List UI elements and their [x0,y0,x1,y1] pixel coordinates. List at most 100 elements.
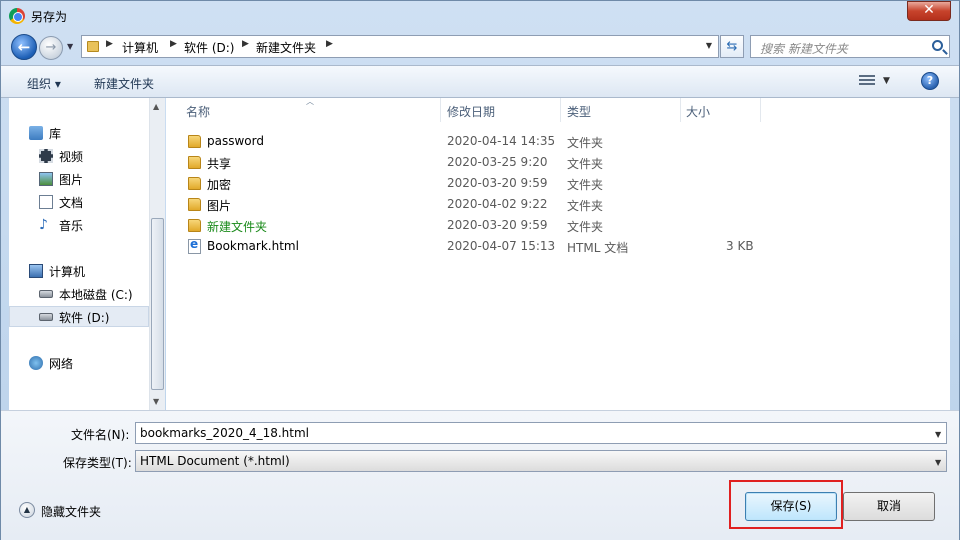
file-date: 2020-04-07 15:13 [447,239,556,253]
file-size: 3 KB [726,239,754,253]
save-as-dialog: 另存为 ✕ ← → ▼ ▶ 计算机 ▶ 软件 (D:) ▶ 新建文件夹 ▶ ▼ … [0,0,960,540]
title-bar: 另存为 ✕ [1,1,959,31]
collapse-up-icon[interactable]: ▲ [19,502,35,518]
nav-label: 计算机 [49,265,86,279]
library-icon [29,126,43,140]
file-type: 文件夹 [567,136,604,150]
file-list: ︿ 名称 修改日期 类型 大小 password 2020-04-14 14:35… [166,97,950,410]
nav-label: 文档 [59,196,84,210]
file-name: 加密 [207,178,232,192]
chevron-right-icon[interactable]: ▶ [106,39,113,49]
chevron-right-icon[interactable]: ▶ [326,39,333,49]
file-type: 文件夹 [567,157,604,171]
sort-ascending-icon: ︿ [306,97,314,106]
address-bar[interactable]: ▶ 计算机 ▶ 软件 (D:) ▶ 新建文件夹 ▶ ▼ [81,35,719,58]
column-header-size[interactable]: 大小 [686,103,710,120]
document-icon [39,195,53,209]
nav-label: 库 [49,127,62,141]
file-row[interactable]: Bookmark.html 2020-04-07 15:13 HTML 文档 3 KB [166,236,950,257]
folder-icon [188,198,201,211]
file-date: 2020-03-20 9:59 [447,218,548,232]
new-folder-button[interactable]: 新建文件夹 [94,75,154,92]
save-form: 文件名(N): bookmarks_2020_4_18.html ▼ 保存类型(… [1,410,959,540]
breadcrumb-computer[interactable]: 计算机 [122,39,158,56]
address-row: ← → ▼ ▶ 计算机 ▶ 软件 (D:) ▶ 新建文件夹 ▶ ▼ ⇆ 搜索 新… [1,31,959,63]
html-file-icon [188,237,201,254]
nav-label: 网络 [49,357,74,371]
file-date: 2020-04-02 9:22 [447,197,548,211]
scroll-up-icon[interactable]: ▲ [153,102,159,111]
toolbar: 组织 ▾ 新建文件夹 ▼ ? [1,65,959,98]
save-button[interactable]: 保存(S) [745,492,837,521]
column-divider[interactable] [440,98,441,122]
scroll-thumb[interactable] [151,218,164,390]
column-header-name[interactable]: 名称 [186,103,210,120]
file-name: 图片 [207,199,232,213]
filetype-dropdown-icon[interactable]: ▼ [935,458,941,467]
breadcrumb-new-folder[interactable]: 新建文件夹 [256,39,316,56]
file-type: HTML 文档 [567,241,629,255]
back-button[interactable]: ← [11,34,37,60]
filetype-select[interactable]: HTML Document (*.html) [135,450,947,472]
column-divider[interactable] [680,98,681,122]
file-name: password [207,134,264,148]
file-row[interactable]: 图片 2020-04-02 9:22 文件夹 [166,194,950,215]
file-row[interactable]: 新建文件夹 2020-03-20 9:59 文件夹 [166,215,950,236]
close-button[interactable]: ✕ [907,1,951,21]
folder-icon [188,156,201,169]
window-title: 另存为 [31,10,68,24]
video-icon [39,149,53,163]
folder-icon [188,135,201,148]
drive-icon [39,290,53,298]
chrome-icon [9,8,25,24]
filetype-label: 保存类型(T): [63,456,132,470]
music-note-icon: ♪ [39,217,48,233]
column-divider[interactable] [560,98,561,122]
file-date: 2020-03-20 9:59 [447,176,548,190]
view-options-icon[interactable] [859,75,875,87]
file-name: 共享 [207,157,232,171]
file-type: 文件夹 [567,199,604,213]
column-header-date[interactable]: 修改日期 [447,103,495,120]
nav-scrollbar[interactable]: ▲ ▼ [149,98,165,410]
file-row[interactable]: 共享 2020-03-25 9:20 文件夹 [166,152,950,173]
drive-icon [39,313,53,321]
nav-label: 图片 [59,173,84,187]
chevron-right-icon[interactable]: ▶ [242,39,249,49]
folder-icon [87,41,99,52]
history-dropdown-icon[interactable]: ▼ [67,42,73,51]
filename-input[interactable]: bookmarks_2020_4_18.html [135,422,947,444]
nav-label: 软件 (D:) [59,311,110,325]
search-placeholder: 搜索 新建文件夹 [760,42,848,56]
nav-label: 视频 [59,150,84,164]
hide-folders-link[interactable]: 隐藏文件夹 [41,503,101,520]
refresh-button[interactable]: ⇆ [720,35,744,58]
column-divider[interactable] [760,98,761,122]
chevron-right-icon[interactable]: ▶ [170,39,177,49]
forward-button[interactable]: → [39,36,63,60]
organize-button[interactable]: 组织 ▾ [27,75,61,92]
filename-label: 文件名(N): [71,428,130,442]
help-icon[interactable]: ? [921,72,939,90]
file-type: 文件夹 [567,178,604,192]
column-header-type[interactable]: 类型 [567,103,591,120]
picture-icon [39,172,53,186]
file-type: 文件夹 [567,220,604,234]
scroll-down-icon[interactable]: ▼ [153,397,159,406]
breadcrumb-drive-d[interactable]: 软件 (D:) [184,39,234,56]
file-row[interactable]: password 2020-04-14 14:35 文件夹 [166,131,950,152]
search-icon[interactable] [932,40,943,51]
search-input[interactable]: 搜索 新建文件夹 [750,35,950,58]
filename-dropdown-icon[interactable]: ▼ [935,430,941,439]
file-row[interactable]: 加密 2020-03-20 9:59 文件夹 [166,173,950,194]
file-name: 新建文件夹 [207,220,268,234]
folder-icon [188,177,201,190]
address-dropdown-icon[interactable]: ▼ [706,41,712,50]
nav-label: 本地磁盘 (C:) [59,288,133,302]
network-icon [29,356,43,370]
view-dropdown-icon[interactable]: ▼ [883,76,890,86]
folder-icon [188,219,201,232]
navigation-pane: 库 视频 图片 文档 ♪ 音乐 计算机 本地磁盘 (C:) 软件 (D:) 网络 [9,98,149,410]
file-date: 2020-04-14 14:35 [447,134,556,148]
cancel-button[interactable]: 取消 [843,492,935,521]
